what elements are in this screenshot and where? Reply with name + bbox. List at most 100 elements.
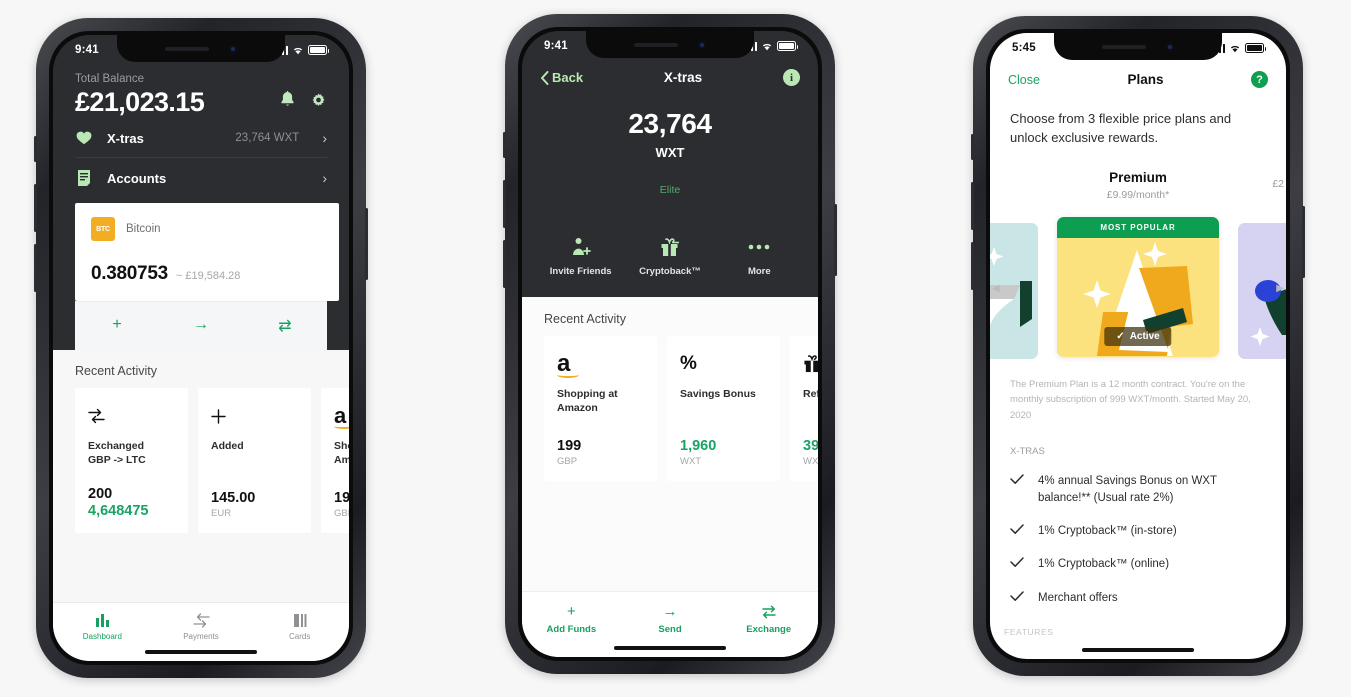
activity-card[interactable]: Exchanged GBP -> LTC 200 4,648475 bbox=[75, 388, 188, 533]
button-label: Add Funds bbox=[546, 624, 597, 635]
activity-label: Shopping at Amazon bbox=[557, 388, 618, 415]
cards-icon bbox=[250, 612, 349, 628]
activity-value: 199 bbox=[557, 438, 582, 454]
phone2-screen: 9:41 Back X-tras i 23,764 WXT Elite Invi… bbox=[522, 31, 818, 657]
back-button[interactable]: Back bbox=[540, 70, 583, 85]
quick-action-send[interactable]: → bbox=[159, 302, 243, 350]
status-badge-active: ✓ Active bbox=[1104, 326, 1172, 346]
xtras-unit: WXT bbox=[655, 145, 685, 160]
activity-card[interactable]: a Shopping at Amazon 199 GBP bbox=[321, 388, 349, 533]
feature-text: 4% annual Savings Bonus on WXT balance!*… bbox=[1038, 474, 1217, 504]
activity-unit: GBP bbox=[334, 508, 349, 519]
contract-note: The Premium Plan is a 12 month contract.… bbox=[1010, 378, 1251, 422]
list-item: Merchant offers bbox=[1010, 590, 1266, 607]
feature-text: 1% Cryptoback™ (in-store) bbox=[1038, 525, 1177, 538]
carousel-prev-arrow[interactable]: ◀ bbox=[992, 283, 1000, 294]
plus-icon: + bbox=[566, 603, 576, 620]
payments-arrows-icon bbox=[152, 612, 251, 628]
front-camera-icon bbox=[698, 40, 706, 49]
activity-value-primary: 200 bbox=[88, 486, 113, 502]
quick-action-exchange[interactable]: ⇄ bbox=[243, 302, 327, 350]
account-card-carousel: BTC Bitcoin 0.380753 ~ £19,584.28 bbox=[53, 197, 349, 301]
plans-carousel[interactable]: MOST POPULAR ✓ Active ◀ ▶ bbox=[990, 211, 1286, 363]
check-icon bbox=[1010, 523, 1024, 539]
action-label: Invite Friends bbox=[549, 266, 612, 277]
button-label: Send bbox=[658, 624, 682, 635]
bar-chart-icon bbox=[53, 612, 152, 628]
notch bbox=[1054, 33, 1222, 60]
action-label: Cryptoback™ bbox=[639, 266, 701, 277]
check-icon: ✓ bbox=[1116, 330, 1125, 342]
activity-value-secondary: 4,648475 bbox=[88, 503, 149, 519]
account-fiat-value: ~ £19,584.28 bbox=[175, 270, 241, 282]
chevron-left-icon bbox=[541, 70, 549, 85]
exchange-icon bbox=[88, 401, 175, 431]
activity-value: 39 bbox=[803, 438, 818, 454]
activity-card[interactable]: % Savings Bonus 1,960 WXT bbox=[667, 336, 780, 481]
action-cryptoback[interactable]: Cryptoback™ bbox=[625, 236, 714, 277]
account-amount: 0.380753 bbox=[91, 263, 168, 284]
activity-value: 1,960 bbox=[680, 438, 717, 454]
bell-icon[interactable] bbox=[279, 91, 296, 114]
activity-unit: WXT bbox=[680, 456, 702, 467]
plan-card-artwork: ✓ Active bbox=[1057, 237, 1219, 356]
activity-card[interactable]: Refe 39 WXT bbox=[790, 336, 818, 481]
tab-dashboard[interactable]: Dashboard bbox=[53, 612, 152, 641]
recent-activity-title: Recent Activity bbox=[544, 312, 626, 326]
plan-card-premium[interactable]: MOST POPULAR ✓ Active bbox=[1057, 216, 1219, 357]
back-label: Back bbox=[552, 70, 584, 85]
xtras-amount: 23,764 bbox=[628, 108, 712, 139]
action-invite-friends[interactable]: Invite Friends bbox=[536, 236, 625, 277]
action-more[interactable]: More bbox=[715, 236, 804, 277]
home-indicator bbox=[614, 645, 726, 650]
activity-card-list[interactable]: a Shopping at Amazon 199 GBP % Savings B… bbox=[522, 336, 818, 481]
tab-label: Dashboard bbox=[82, 632, 122, 641]
activity-card-list[interactable]: Exchanged GBP -> LTC 200 4,648475 Added bbox=[53, 388, 349, 533]
row-label-accounts: Accounts bbox=[107, 170, 167, 186]
account-card-bitcoin[interactable]: BTC Bitcoin 0.380753 ~ £19,584.28 bbox=[75, 203, 327, 301]
exchange-icon bbox=[719, 603, 818, 620]
add-funds-button[interactable]: + Add Funds bbox=[522, 603, 621, 635]
activity-value-primary: 145.00 bbox=[211, 490, 256, 506]
send-button[interactable]: → Send bbox=[621, 603, 720, 635]
battery-icon bbox=[1245, 43, 1266, 53]
features-footer-label: FEATURES bbox=[1004, 627, 1054, 637]
check-icon bbox=[1010, 556, 1024, 572]
total-balance-label: Total Balance bbox=[75, 73, 145, 85]
carousel-next-arrow[interactable]: ▶ bbox=[1276, 283, 1284, 294]
page-title: X-tras bbox=[663, 70, 703, 85]
adjacent-plan-price-partial: £2 bbox=[1272, 177, 1284, 190]
accounts-document-icon bbox=[75, 170, 93, 186]
quick-actions-strip: + → ⇄ bbox=[75, 301, 327, 350]
activity-label: Exchanged GBP -> LTC bbox=[88, 440, 146, 467]
activity-label: Shopping at Amazon bbox=[334, 440, 349, 467]
percent-icon: % bbox=[680, 353, 697, 374]
row-value-xtras: 23,764 WXT bbox=[235, 132, 300, 144]
phone-mockup-dashboard: 9:41 Total Balance £21,023.15 X-tras 23,… bbox=[34, 18, 368, 678]
activity-value-primary: 199 bbox=[334, 490, 349, 506]
close-button[interactable]: Close bbox=[1008, 73, 1040, 87]
quick-action-add[interactable]: + bbox=[75, 302, 159, 350]
phone1-light-section: Recent Activity Exchanged GBP -> LTC 200… bbox=[53, 350, 349, 661]
sidebar-item-accounts[interactable]: Accounts › bbox=[75, 158, 327, 197]
activity-card[interactable]: a Shopping at Amazon 199 GBP bbox=[544, 336, 657, 481]
tab-payments[interactable]: Payments bbox=[152, 612, 251, 641]
sidebar-item-xtras[interactable]: X-tras 23,764 WXT › bbox=[75, 118, 327, 158]
amazon-icon: a bbox=[334, 401, 349, 431]
info-icon[interactable]: i bbox=[783, 69, 800, 86]
gift-icon bbox=[625, 236, 714, 258]
help-question-icon[interactable]: ? bbox=[1251, 71, 1268, 88]
activity-label: Added bbox=[211, 440, 244, 452]
gear-icon[interactable] bbox=[310, 91, 327, 114]
list-item: 1% Cryptoback™ (online) bbox=[1010, 556, 1266, 573]
recent-activity-title: Recent Activity bbox=[75, 364, 157, 378]
speaker-icon bbox=[165, 46, 209, 51]
tab-cards[interactable]: Cards bbox=[250, 612, 349, 641]
activity-card[interactable]: Added 145.00 EUR bbox=[198, 388, 311, 533]
total-balance-amount: £21,023.15 bbox=[75, 87, 205, 117]
exchange-button[interactable]: Exchange bbox=[719, 603, 818, 635]
activity-label: Savings Bonus bbox=[680, 388, 756, 400]
phone3-screen: 5:45 Close Plans ? Choose from 3 flexibl… bbox=[990, 33, 1286, 659]
phone1-screen: 9:41 Total Balance £21,023.15 X-tras 23,… bbox=[53, 35, 349, 661]
heart-icon bbox=[75, 131, 93, 145]
